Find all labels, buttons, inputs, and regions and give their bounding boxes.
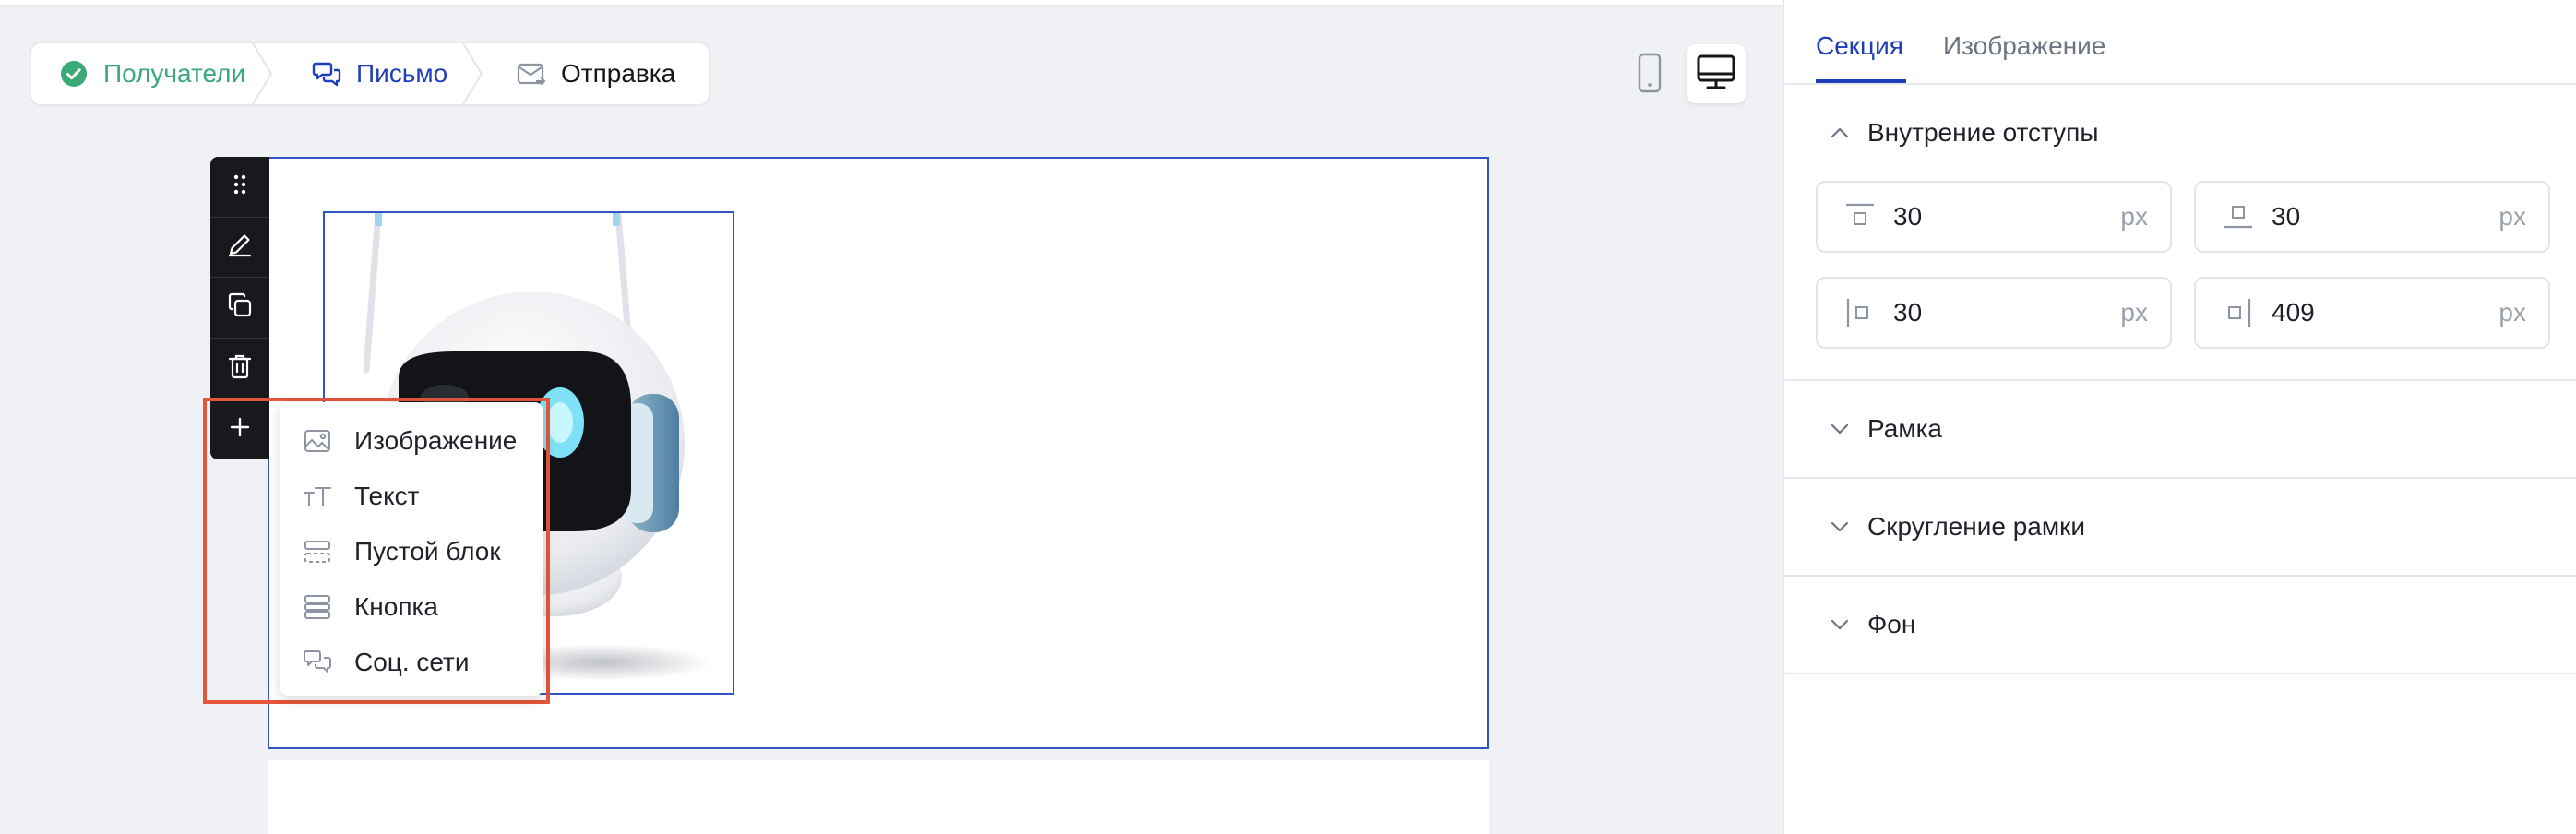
- step-send[interactable]: Отправка: [483, 43, 709, 104]
- step-recipients[interactable]: Получатели: [31, 43, 273, 104]
- step-label: Отправка: [561, 59, 676, 88]
- email-section-next[interactable]: [268, 760, 1489, 834]
- padding-bottom-value: 30: [2272, 202, 2301, 231]
- padding-right-value: 409: [2272, 298, 2315, 327]
- text-icon: [303, 482, 332, 511]
- menu-item-label: Кнопка: [354, 592, 438, 621]
- desktop-icon: [1697, 54, 1735, 95]
- padding-left-unit: px: [2120, 298, 2148, 327]
- padding-section-header[interactable]: Внутрение отступы: [1829, 118, 2098, 148]
- padding-right-unit: px: [2498, 298, 2526, 327]
- step-label: Получатели: [103, 59, 246, 88]
- menu-item-label: Текст: [354, 482, 420, 510]
- chevron-down-icon: [1829, 614, 1851, 636]
- padding-left-icon: [1843, 296, 1877, 329]
- empty-block-icon: [303, 537, 332, 566]
- edit-icon: [227, 232, 253, 262]
- drag-handle-button[interactable]: [210, 157, 269, 218]
- padding-bottom-unit: px: [2498, 202, 2526, 231]
- check-circle-icon: [59, 59, 89, 89]
- step-letter[interactable]: Письмо: [273, 43, 483, 104]
- social-icon: [303, 648, 332, 677]
- padding-top-unit: px: [2120, 202, 2148, 231]
- menu-item-image[interactable]: Изображение: [280, 413, 543, 469]
- chat-bubbles-icon: [312, 59, 341, 89]
- chevron-down-icon: [1829, 516, 1851, 538]
- menu-item-empty-block[interactable]: Пустой блок: [280, 524, 543, 579]
- padding-bottom-field[interactable]: 30 px: [2194, 181, 2550, 253]
- step-label: Письмо: [356, 59, 448, 88]
- padding-top-field[interactable]: 30 px: [1816, 181, 2172, 253]
- menu-item-label: Пустой блок: [354, 537, 501, 566]
- menu-item-label: Изображение: [354, 426, 518, 455]
- duplicate-button[interactable]: [210, 278, 269, 339]
- panel-tabs: Секция Изображение: [1784, 0, 2576, 85]
- background-section-title: Фон: [1867, 610, 1916, 638]
- top-border: [0, 0, 1783, 6]
- mobile-icon: [1638, 53, 1662, 98]
- section-divider: [1784, 673, 2576, 674]
- duplicate-icon: [227, 292, 253, 323]
- padding-section-title: Внутрение отступы: [1867, 118, 2099, 147]
- settings-panel: Секция Изображение Внутрение отступы 30 …: [1783, 0, 2576, 834]
- border-section-title: Рамка: [1867, 414, 1943, 443]
- delete-icon: [228, 353, 252, 384]
- image-icon: [303, 426, 332, 456]
- steps-breadcrumb: Получатели Письмо Отправка: [30, 42, 710, 106]
- menu-item-button[interactable]: Кнопка: [280, 579, 543, 635]
- add-block-menu: Изображение Текст Пустой блок Кнопка Соц…: [280, 402, 543, 696]
- desktop-view-button[interactable]: [1687, 44, 1746, 103]
- padding-bottom-icon: [2222, 200, 2255, 233]
- tab-image[interactable]: Изображение: [1943, 31, 2105, 61]
- section-divider: [1784, 379, 2576, 381]
- background-section-header[interactable]: Фон: [1829, 610, 1915, 639]
- mobile-view-button[interactable]: [1635, 53, 1664, 98]
- menu-item-social[interactable]: Соц. сети: [280, 635, 543, 690]
- border-radius-section-title: Скругление рамки: [1867, 512, 2085, 541]
- padding-right-icon: [2222, 296, 2255, 329]
- active-tab-indicator: [1816, 79, 1906, 83]
- border-radius-section-header[interactable]: Скругление рамки: [1829, 512, 2085, 542]
- edit-button[interactable]: [210, 218, 269, 279]
- chevron-down-icon: [1829, 418, 1851, 440]
- menu-item-label: Соц. сети: [354, 648, 470, 676]
- padding-top-value: 30: [1893, 202, 1923, 231]
- drag-handle-icon: [233, 173, 247, 200]
- section-divider: [1784, 575, 2576, 577]
- button-block-icon: [303, 592, 332, 622]
- chevron-up-icon: [1829, 122, 1851, 144]
- menu-item-text[interactable]: Текст: [280, 469, 543, 524]
- padding-right-field[interactable]: 409 px: [2194, 277, 2550, 349]
- section-divider: [1784, 477, 2576, 479]
- padding-top-icon: [1843, 200, 1877, 233]
- mail-send-icon: [517, 59, 546, 89]
- tab-section[interactable]: Секция: [1816, 31, 1903, 61]
- padding-left-field[interactable]: 30 px: [1816, 277, 2172, 349]
- border-section-header[interactable]: Рамка: [1829, 414, 1942, 444]
- delete-button[interactable]: [210, 339, 269, 399]
- padding-left-value: 30: [1893, 298, 1923, 327]
